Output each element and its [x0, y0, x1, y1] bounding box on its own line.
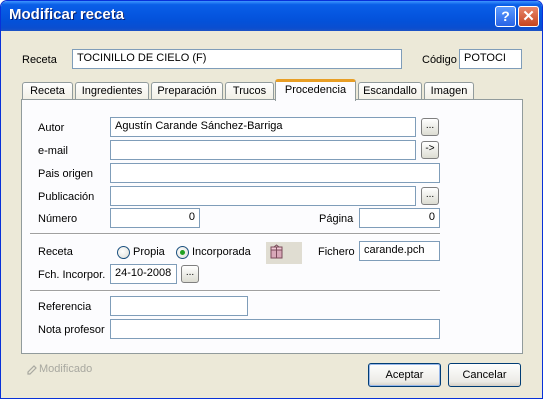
cancelar-label: Cancelar: [462, 369, 507, 381]
window-title: Modificar receta: [9, 6, 125, 23]
radio-incorporada-label[interactable]: Incorporada: [192, 246, 251, 258]
tab-ingredientes[interactable]: Ingredientes: [75, 82, 149, 100]
receta-origin-label: Receta: [38, 246, 73, 258]
radio-incorporada[interactable]: [176, 246, 189, 259]
pencil-icon: [27, 365, 37, 375]
procedencia-panel: [21, 99, 523, 354]
publicacion-field[interactable]: [110, 186, 416, 206]
tab-imagen[interactable]: Imagen: [424, 82, 474, 100]
fichero-label: Fichero: [318, 246, 355, 258]
title-bar[interactable]: Modificar receta ? ✕: [1, 1, 542, 31]
fch-incorpor-label: Fch. Incorpor.: [38, 269, 106, 281]
referencia-label: Referencia: [38, 301, 92, 313]
pagina-label: Página: [319, 213, 354, 225]
tab-trucos[interactable]: Trucos: [225, 82, 274, 100]
close-button[interactable]: ✕: [518, 6, 539, 27]
aceptar-label: Aceptar: [385, 369, 424, 381]
email-send-button[interactable]: ->: [421, 141, 439, 159]
receta-name-field[interactable]: TOCINILLO DE CIELO (F): [72, 49, 402, 69]
help-button[interactable]: ?: [495, 6, 516, 27]
cancelar-button[interactable]: Cancelar: [448, 363, 521, 387]
autor-field[interactable]: Agustín Carande Sánchez-Barriga: [110, 117, 416, 137]
pais-field[interactable]: [110, 163, 440, 183]
codigo-field[interactable]: POTOCI: [459, 49, 522, 69]
autor-browse-button[interactable]: ...: [421, 118, 439, 136]
nota-profesor-field[interactable]: [110, 319, 440, 339]
fichero-field[interactable]: carande.pch: [359, 241, 440, 261]
separator-2: [30, 290, 440, 292]
modificado-label: Modificado: [39, 363, 93, 375]
pagina-field[interactable]: 0: [359, 208, 440, 228]
email-label: e-mail: [38, 145, 68, 157]
numero-label: Número: [38, 213, 78, 225]
codigo-label: Código: [422, 54, 457, 66]
receta-label: Receta: [22, 54, 57, 66]
nota-profesor-label: Nota profesor: [38, 324, 105, 336]
dialog-window: Modificar receta ? ✕ Receta TOCINILLO DE…: [0, 0, 543, 399]
separator-1: [30, 233, 440, 235]
package-icon[interactable]: [266, 242, 302, 264]
pais-label: Pais origen: [38, 168, 94, 180]
tab-escandallo[interactable]: Escandallo: [358, 82, 422, 100]
publicacion-label: Publicación: [38, 191, 95, 203]
fch-incorpor-field[interactable]: 24-10-2008: [110, 264, 177, 284]
numero-field[interactable]: 0: [110, 208, 200, 228]
referencia-field[interactable]: [110, 296, 248, 316]
radio-propia-label[interactable]: Propia: [133, 246, 165, 258]
publicacion-browse-button[interactable]: ...: [421, 187, 439, 205]
aceptar-button[interactable]: Aceptar: [368, 363, 441, 387]
email-field[interactable]: [110, 140, 416, 160]
autor-label: Autor: [38, 122, 65, 134]
date-picker-button[interactable]: ...: [181, 265, 199, 283]
tab-procedencia[interactable]: Procedencia: [275, 79, 356, 101]
tab-preparacion[interactable]: Preparación: [151, 82, 223, 100]
radio-propia[interactable]: [117, 246, 130, 259]
tab-receta[interactable]: Receta: [22, 82, 73, 100]
